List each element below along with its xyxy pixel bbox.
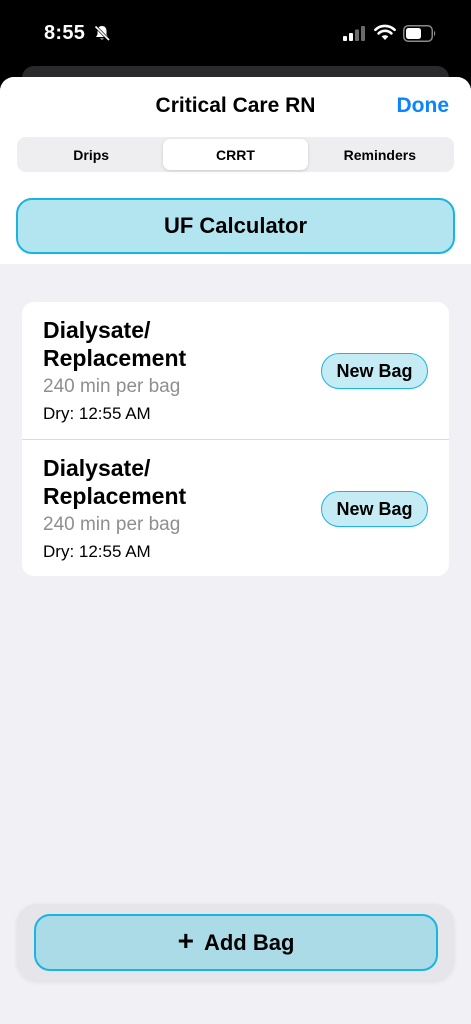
cellular-signal-icon (343, 26, 365, 46)
tab-reminders[interactable]: Reminders (308, 139, 452, 170)
screen: 8:55 Critical Care RN Done Drips CRRT Re… (0, 0, 471, 1024)
bag-list: Dialysate/ Replacement 240 min per bag D… (22, 302, 449, 576)
sheet-header: Critical Care RN Done Drips CRRT Reminde… (0, 77, 471, 264)
bag-name: Dialysate/ Replacement (43, 455, 187, 509)
add-bag-button[interactable]: + Add Bag (34, 914, 438, 971)
bag-dry-time: Dry: 12:55 AM (43, 542, 151, 561)
bag-row: Dialysate/ Replacement 240 min per bag D… (22, 439, 449, 576)
wifi-icon (374, 24, 396, 46)
bag-row: Dialysate/ Replacement 240 min per bag D… (22, 302, 449, 439)
new-bag-button[interactable]: New Bag (321, 491, 428, 527)
plus-icon: + (177, 925, 194, 956)
done-button[interactable]: Done (397, 94, 450, 118)
battery-icon (403, 25, 437, 47)
bag-name: Dialysate/ Replacement (43, 317, 187, 371)
add-bag-label: Add Bag (203, 929, 295, 955)
tab-drips[interactable]: Drips (19, 139, 163, 170)
tab-crrt[interactable]: CRRT (163, 139, 308, 170)
bag-dry-time: Dry: 12:55 AM (43, 404, 151, 423)
segmented-control: Drips CRRT Reminders (17, 137, 454, 172)
new-bag-button[interactable]: New Bag (321, 353, 428, 389)
bell-slash-icon (93, 24, 111, 42)
uf-calculator-button[interactable]: UF Calculator (16, 198, 455, 254)
modal-sheet: Critical Care RN Done Drips CRRT Reminde… (0, 77, 471, 1024)
status-bar: 8:55 (0, 0, 471, 70)
status-time: 8:55 (44, 22, 86, 44)
bottom-toolbar: + Add Bag (17, 904, 454, 981)
